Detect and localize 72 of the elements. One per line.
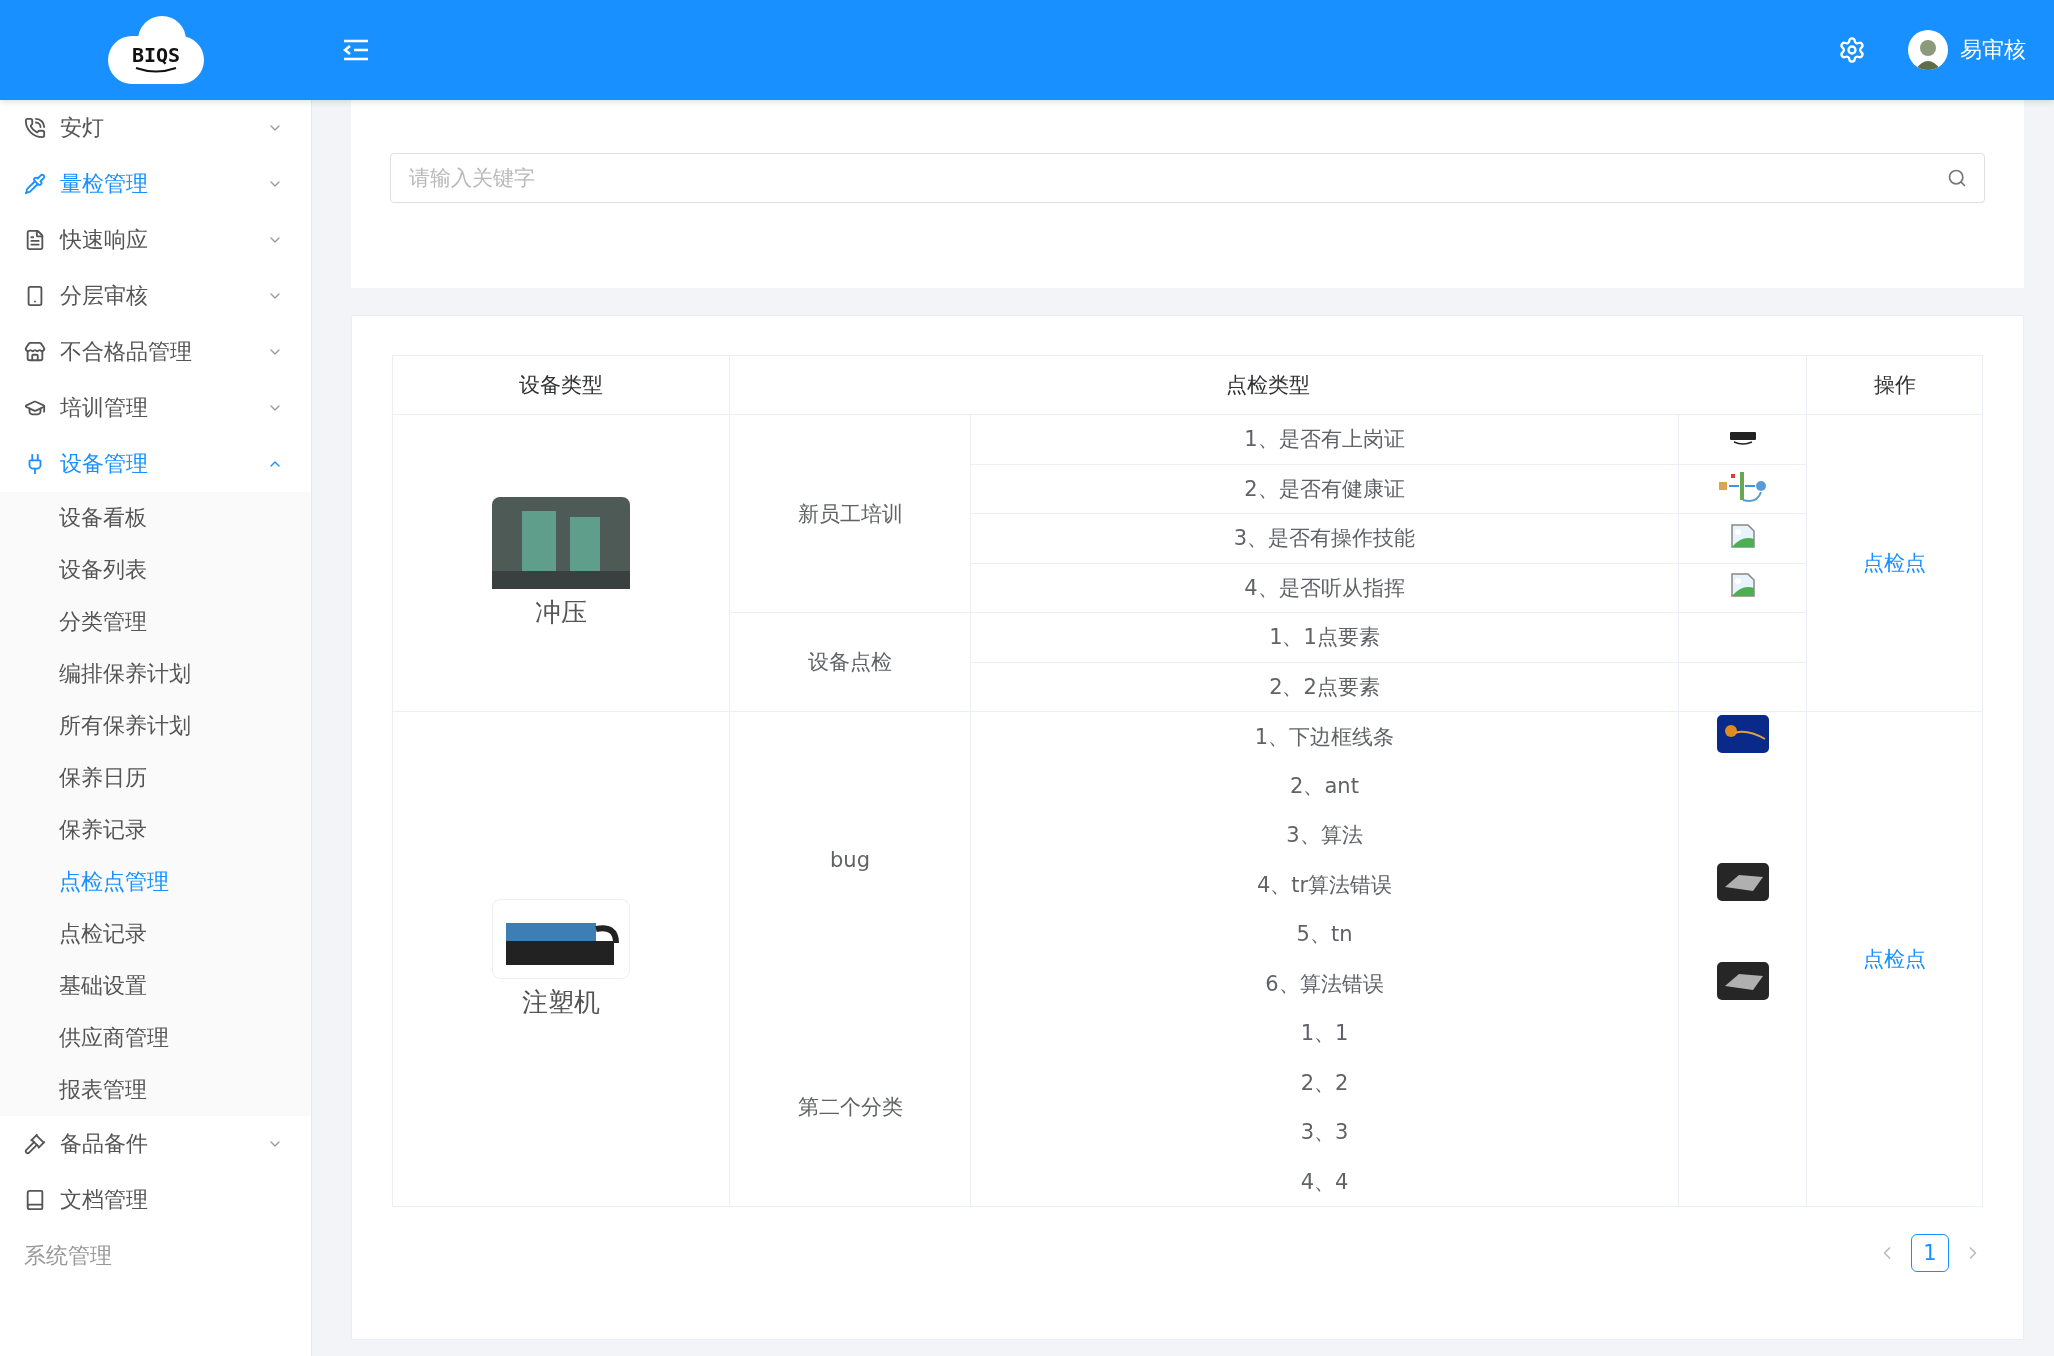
menu-label: 设备管理 xyxy=(60,450,149,478)
check-item-cell: 6、算法错误 xyxy=(970,959,1679,1009)
submenu-item[interactable]: 基础设置 xyxy=(0,960,311,1012)
check-item-cell: 1、是否有上岗证 xyxy=(970,414,1679,464)
menu-label: 量检管理 xyxy=(60,170,149,198)
check-item-cell: 4、是否听从指挥 xyxy=(970,563,1679,613)
logo-thumbnail xyxy=(1727,430,1758,447)
gavel-icon xyxy=(24,1133,46,1155)
submenu-item[interactable]: 设备看板 xyxy=(0,492,311,544)
submenu-item[interactable]: 编排保养计划 xyxy=(0,648,311,700)
menu-item[interactable]: 备品备件 xyxy=(0,1116,311,1172)
laptop-photo-thumbnail xyxy=(1716,863,1769,902)
category-cell: 设备点检 xyxy=(729,612,971,712)
broken-image-icon xyxy=(1729,522,1756,549)
avatar[interactable] xyxy=(1908,30,1948,70)
menu-label: 快速响应 xyxy=(60,226,149,254)
check-item-cell: 1、1 xyxy=(970,1008,1679,1058)
menu-section-label: 系统管理 xyxy=(23,1242,113,1270)
check-item-cell: 4、4 xyxy=(970,1157,1679,1207)
check-item-cell: 5、tn xyxy=(970,909,1679,959)
submenu-item[interactable]: 分类管理 xyxy=(0,596,311,648)
check-item-cell: 3、算法 xyxy=(970,810,1679,860)
check-item-cell: 2、ant xyxy=(970,761,1679,811)
check-item-cell: 4、tr算法错误 xyxy=(970,860,1679,910)
menu-item[interactable]: 文档管理 xyxy=(0,1172,311,1228)
submenu-item[interactable]: 所有保养计划 xyxy=(0,700,311,752)
submenu-item[interactable]: 点检记录 xyxy=(0,908,311,960)
logo: BIQS xyxy=(108,16,204,84)
broken-image-icon xyxy=(1729,572,1756,599)
category-cell: bug xyxy=(729,711,971,1009)
submenu-item[interactable]: 设备列表 xyxy=(0,544,311,596)
menu-label: 分层审核 xyxy=(60,282,149,310)
submenu-item[interactable]: 供应商管理 xyxy=(0,1012,311,1064)
check-item-cell: 1、下边框线条 xyxy=(970,711,1679,761)
column-header: 设备类型 xyxy=(392,355,730,415)
search-icon xyxy=(1947,168,1967,188)
book-icon xyxy=(24,1189,46,1211)
laptop-photo-thumbnail xyxy=(1716,962,1769,1001)
settings-icon xyxy=(1838,36,1866,64)
settings-button[interactable] xyxy=(1838,36,1866,64)
menu-label: 培训管理 xyxy=(60,394,149,422)
store-icon xyxy=(24,341,46,363)
column-header: 点检类型 xyxy=(729,355,1807,415)
device-name: 注塑机 xyxy=(522,985,600,1019)
menu-label: 不合格品管理 xyxy=(60,338,193,366)
menu-label: 备品备件 xyxy=(60,1130,149,1158)
document-icon xyxy=(24,229,46,251)
menu-item[interactable]: 分层审核 xyxy=(0,268,311,324)
menu-item[interactable]: 不合格品管理 xyxy=(0,324,311,380)
pipette-icon xyxy=(24,173,46,195)
phone-icon xyxy=(24,117,46,139)
column-header: 操作 xyxy=(1806,355,1983,415)
category-cell: 新员工培训 xyxy=(729,414,971,613)
submenu-item[interactable]: 保养记录 xyxy=(0,804,311,856)
submenu-item[interactable]: 保养日历 xyxy=(0,752,311,804)
category-cell: 第二个分类 xyxy=(729,1008,971,1207)
menu-item[interactable]: 安灯 xyxy=(0,100,311,156)
jellyfish-photo-thumbnail xyxy=(1716,715,1769,753)
check-item-cell: 2、2 xyxy=(970,1058,1679,1108)
submenu-item[interactable]: 报表管理 xyxy=(0,1064,311,1116)
search-field[interactable]: 请输入关键字 xyxy=(390,153,1985,203)
check-item-cell: 2、是否有健康证 xyxy=(970,464,1679,514)
device-name: 冲压 xyxy=(535,595,587,629)
check-item-cell: 2、2点要素 xyxy=(970,662,1679,712)
check-item-cell: 1、1点要素 xyxy=(970,612,1679,662)
menu-label: 安灯 xyxy=(60,114,105,142)
menu-item[interactable]: 培训管理 xyxy=(0,380,311,436)
check-item-cell: 3、3 xyxy=(970,1107,1679,1157)
menu-label: 文档管理 xyxy=(60,1186,149,1214)
check-item-cell: 3、是否有操作技能 xyxy=(970,513,1679,563)
menu-item[interactable]: 快速响应 xyxy=(0,212,311,268)
menu-fold-icon xyxy=(342,38,370,62)
